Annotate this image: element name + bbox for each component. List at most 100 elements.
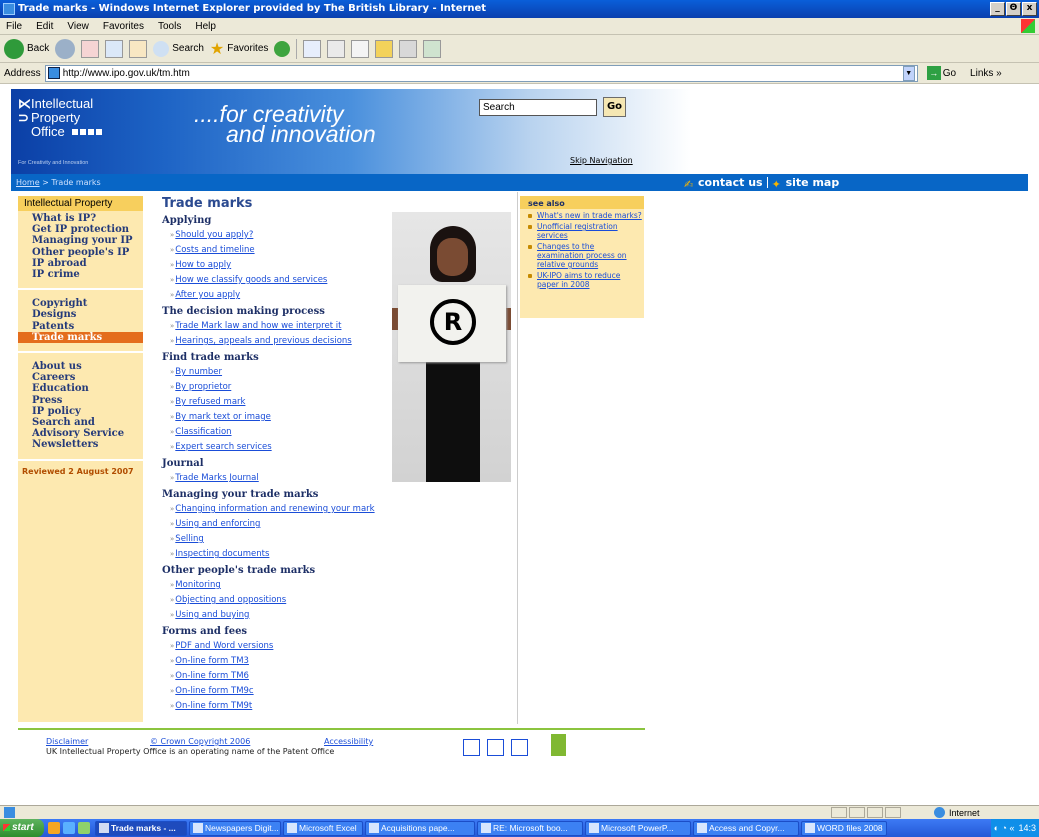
link-trade-marks-journal[interactable]: »Trade Marks Journal (162, 471, 402, 486)
ipo-logo[interactable]: ⋉ Intellectual ⊃ Property Office (18, 97, 102, 139)
history-button[interactable] (274, 40, 291, 57)
stop-button[interactable] (81, 39, 100, 58)
link-monitoring[interactable]: »Monitoring (162, 578, 402, 593)
link-objecting-and-oppositions[interactable]: »Objecting and oppositions (162, 593, 402, 608)
forward-button[interactable] (55, 38, 76, 59)
favorites-button[interactable]: ★ Favorites (210, 39, 268, 59)
start-button[interactable]: start (0, 819, 44, 837)
clock[interactable]: 14:3 (1018, 823, 1036, 833)
mail-button[interactable] (303, 39, 322, 58)
menu-edit[interactable]: Edit (36, 21, 53, 32)
nav-what-is-ip[interactable]: What is IP? (18, 213, 143, 224)
link-by-number[interactable]: »By number (162, 365, 402, 380)
link-on-line-form-tm9c[interactable]: »On-line form TM9c (162, 684, 402, 699)
site-map-link[interactable]: site map (786, 176, 840, 189)
taskbar-task[interactable]: Trade marks - ... (95, 820, 187, 836)
see-also-link[interactable]: Unofficial registration services (520, 222, 644, 240)
taskbar-task[interactable]: Access and Copyr... (693, 820, 799, 836)
link-by-mark-text-or-image[interactable]: »By mark text or image (162, 410, 402, 425)
site-search-input[interactable]: Search (479, 99, 597, 116)
links-button[interactable]: Links » (970, 68, 1002, 79)
nav-ip-crime[interactable]: IP crime (18, 269, 143, 280)
print-button[interactable] (327, 39, 346, 58)
link-classification[interactable]: »Classification (162, 425, 402, 440)
link-using-and-buying[interactable]: »Using and buying (162, 608, 402, 623)
menu-view[interactable]: View (67, 21, 89, 32)
nav-search-advisory-service[interactable]: Search and Advisory Service (18, 417, 130, 439)
messenger-button[interactable] (423, 39, 442, 58)
link-how-to-apply[interactable]: »How to apply (162, 258, 402, 273)
restore-button[interactable]: Θ (1006, 2, 1021, 16)
link-on-line-form-tm6[interactable]: »On-line form TM6 (162, 669, 402, 684)
breadcrumb-home[interactable]: Home (16, 178, 40, 187)
search-button[interactable]: Search (153, 40, 204, 57)
menu-help[interactable]: Help (195, 21, 216, 32)
link-expert-search-services[interactable]: »Expert search services (162, 440, 402, 455)
see-also-link[interactable]: What's new in trade marks? (520, 211, 644, 220)
taskbar-task[interactable]: WORD files 2008 (801, 820, 887, 836)
link-hearings-appeals-and-previous-decisions[interactable]: »Hearings, appeals and previous decision… (162, 334, 402, 349)
link-costs-and-timeline[interactable]: »Costs and timeline (162, 243, 402, 258)
menu-tools[interactable]: Tools (158, 21, 181, 32)
link-should-you-apply[interactable]: »Should you apply? (162, 228, 402, 243)
nav-managing-your-ip[interactable]: Managing your IP (18, 235, 143, 246)
link-after-you-apply[interactable]: »After you apply (162, 288, 402, 303)
taskbar-task[interactable]: Newspapers Digit... (189, 820, 281, 836)
copyright-link[interactable]: © Crown Copyright 2006 (150, 737, 324, 746)
link-on-line-form-tm9t[interactable]: »On-line form TM9t (162, 699, 402, 714)
link-inspecting-documents[interactable]: »Inspecting documents (162, 547, 402, 562)
minimize-button[interactable]: _ (990, 2, 1005, 16)
back-button[interactable]: Back (4, 38, 49, 59)
link-on-line-form-tm3[interactable]: »On-line form TM3 (162, 654, 402, 669)
contact-us-link[interactable]: contact us (698, 176, 763, 189)
refresh-button[interactable] (105, 39, 124, 58)
quicklaunch-icon[interactable] (48, 822, 60, 834)
address-input[interactable]: http://www.ipo.gov.uk/tm.htm (44, 64, 918, 82)
home-button[interactable] (129, 39, 148, 58)
nav-careers[interactable]: Careers (18, 372, 143, 383)
close-button[interactable]: x (1022, 2, 1037, 16)
nav-get-ip-protection[interactable]: Get IP protection (18, 224, 143, 235)
link-selling[interactable]: »Selling (162, 532, 402, 547)
nav-patents[interactable]: Patents (18, 321, 143, 332)
quicklaunch-icon[interactable] (63, 822, 75, 834)
skip-navigation-link[interactable]: Skip Navigation (570, 156, 633, 165)
nav-press[interactable]: Press (18, 395, 143, 406)
nav-newsletters[interactable]: Newsletters (18, 439, 143, 450)
nav-ip-abroad[interactable]: IP abroad (18, 258, 143, 269)
taskbar-task[interactable]: Microsoft Excel (283, 820, 363, 836)
security-zone[interactable]: Internet (934, 807, 980, 818)
leftnav-header[interactable]: Intellectual Property (18, 196, 143, 211)
edit-button[interactable] (351, 39, 370, 58)
go-button[interactable]: → Go (926, 66, 956, 80)
link-by-refused-mark[interactable]: »By refused mark (162, 395, 402, 410)
link-how-we-classify-goods-and-services[interactable]: »How we classify goods and services (162, 273, 402, 288)
taskbar-task[interactable]: Acquisitions pape... (365, 820, 475, 836)
link-using-and-enforcing[interactable]: »Using and enforcing (162, 517, 402, 532)
tray-icons[interactable]: ◐ ◔ « (994, 823, 1015, 833)
see-also-link[interactable]: Changes to the examination process on re… (520, 242, 644, 269)
taskbar-task[interactable]: RE: Microsoft boo... (477, 820, 583, 836)
link-pdf-and-word-versions[interactable]: »PDF and Word versions (162, 639, 402, 654)
nav-designs[interactable]: Designs (18, 309, 143, 320)
link-trade-mark-law-and-how-we-interpret-it[interactable]: »Trade Mark law and how we interpret it (162, 319, 402, 334)
taskbar-task[interactable]: Microsoft PowerP... (585, 820, 691, 836)
nav-education[interactable]: Education (18, 383, 143, 394)
disclaimer-link[interactable]: Disclaimer (46, 737, 150, 746)
address-dropdown-icon[interactable]: ▼ (902, 65, 915, 81)
see-also-link[interactable]: UK-IPO aims to reduce paper in 2008 (520, 271, 644, 289)
nav-ip-policy[interactable]: IP policy (18, 406, 143, 417)
menu-file[interactable]: File (6, 21, 22, 32)
nav-other-peoples-ip[interactable]: Other people's IP (18, 247, 143, 258)
accessibility-link[interactable]: Accessibility (324, 737, 373, 746)
quicklaunch-icon[interactable] (78, 822, 90, 834)
link-changing-information-and-renewing-your-mark[interactable]: »Changing information and renewing your … (162, 502, 402, 517)
nav-copyright[interactable]: Copyright (18, 298, 143, 309)
site-search-go-button[interactable]: Go (603, 97, 626, 117)
research-button[interactable] (399, 39, 418, 58)
folder-button[interactable] (375, 39, 394, 58)
menu-favorites[interactable]: Favorites (103, 21, 144, 32)
link-by-proprietor[interactable]: »By proprietor (162, 380, 402, 395)
nav-about-us[interactable]: About us (18, 361, 143, 372)
nav-trade-marks[interactable]: Trade marks (18, 331, 143, 344)
